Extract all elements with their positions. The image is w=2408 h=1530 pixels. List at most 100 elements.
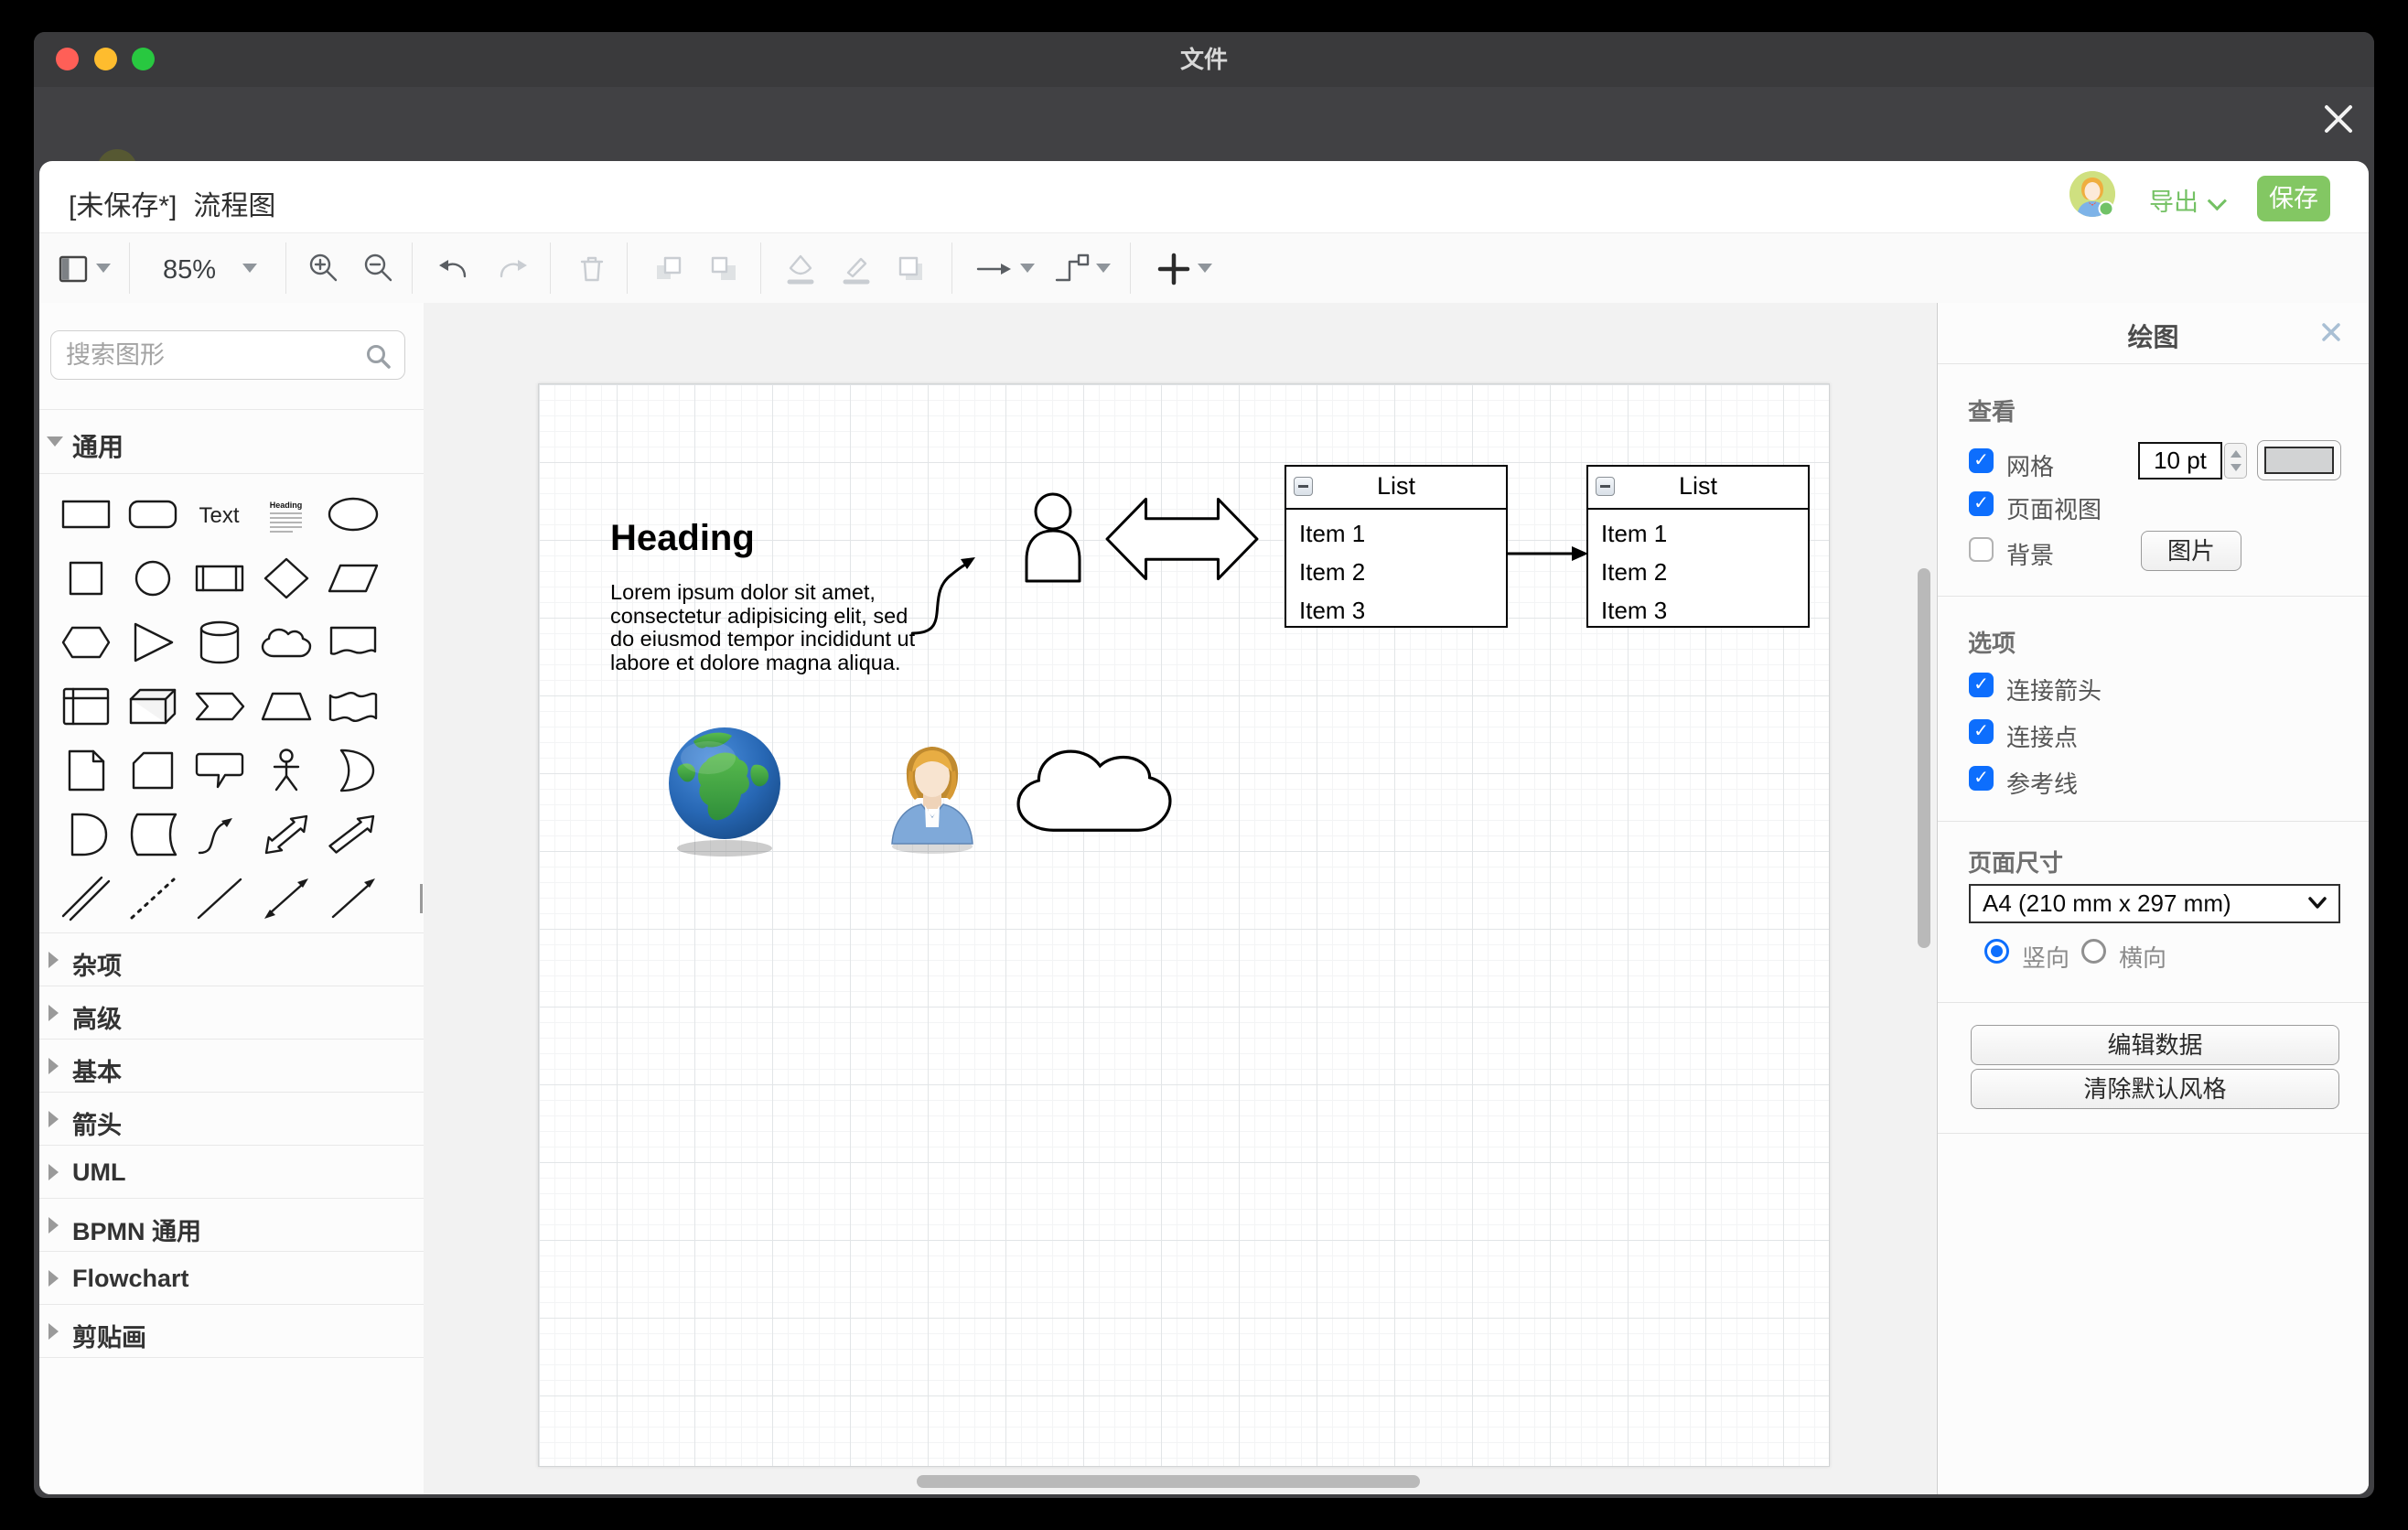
shape-parallelogram[interactable] (325, 553, 382, 609)
connector-arrow[interactable] (1506, 538, 1590, 569)
list-item[interactable]: Item 2 (1588, 553, 1808, 591)
shape-rectangle[interactable] (58, 489, 114, 544)
grid-checkbox[interactable]: ✓ (1969, 448, 1994, 473)
waypoint-style-caret[interactable] (1096, 264, 1111, 273)
shape-callout[interactable] (191, 745, 248, 801)
list-shape-1[interactable]: List Item 1 Item 2 Item 3 (1285, 465, 1508, 628)
stepper-up-icon[interactable] (2231, 450, 2241, 458)
shape-dotted-line[interactable] (124, 873, 181, 929)
shape-bidirectional-arrow[interactable] (258, 809, 315, 865)
canvas[interactable]: Heading Lorem ipsum dolor sit amet, cons… (424, 303, 1937, 1494)
sidebar-item-clipart[interactable]: 剪贴画 (39, 1304, 424, 1358)
sidebar-item-bpmn[interactable]: BPMN 通用 (39, 1198, 424, 1251)
shape-or[interactable] (325, 745, 382, 801)
page-view-checkbox[interactable]: ✓ (1969, 491, 1994, 516)
shape-rounded-rectangle[interactable] (124, 489, 181, 544)
list-header[interactable]: List (1286, 467, 1506, 510)
page-size-select[interactable]: A4 (210 mm x 297 mm) (1969, 884, 2340, 923)
sidebar-item-uml[interactable]: UML (39, 1145, 424, 1198)
view-layout-caret[interactable] (96, 264, 111, 273)
double-arrow-shape[interactable] (1104, 487, 1260, 591)
shape-line[interactable] (191, 873, 248, 929)
shape-bidirectional-connector[interactable] (258, 873, 315, 929)
shape-tape[interactable] (325, 681, 382, 737)
edit-data-button[interactable]: 编辑数据 (1971, 1025, 2339, 1065)
shape-process[interactable] (191, 553, 248, 609)
horizontal-scrollbar[interactable] (917, 1475, 1420, 1488)
shape-curve[interactable] (191, 809, 248, 865)
background-image-button[interactable]: 图片 (2141, 531, 2241, 571)
businesswoman-clipart[interactable] (885, 739, 980, 855)
sidebar-item-arrows[interactable]: 箭头 (39, 1092, 424, 1145)
view-layout-button[interactable] (55, 251, 91, 287)
sidebar-item-advanced[interactable]: 高级 (39, 986, 424, 1039)
insert-plus-caret[interactable] (1198, 264, 1212, 273)
shape-square[interactable] (58, 553, 114, 609)
section-general[interactable]: 通用 (39, 409, 424, 473)
shape-note[interactable] (58, 745, 114, 801)
shape-card[interactable] (124, 745, 181, 801)
delete-icon[interactable] (574, 251, 610, 287)
collapse-icon[interactable] (1596, 477, 1615, 496)
portrait-radio[interactable] (1984, 939, 2009, 964)
shape-internal-storage[interactable] (58, 681, 114, 737)
panel-close-icon[interactable] (2320, 321, 2342, 343)
redo-icon[interactable] (494, 251, 531, 287)
save-button[interactable]: 保存 (2257, 176, 2330, 221)
list-item[interactable]: Item 1 (1286, 514, 1506, 553)
list-item[interactable]: Item 3 (1588, 591, 1808, 630)
connection-arrows-checkbox[interactable]: ✓ (1969, 673, 1994, 697)
sidebar-item-flowchart[interactable]: Flowchart (39, 1251, 424, 1304)
list-item[interactable]: Item 2 (1286, 553, 1506, 591)
shape-directional-connector[interactable] (325, 873, 382, 929)
shadow-icon[interactable] (893, 251, 930, 287)
shape-circle[interactable] (124, 553, 181, 609)
shape-arrow[interactable] (325, 809, 382, 865)
landscape-radio[interactable] (2081, 939, 2106, 964)
grid-size-stepper[interactable] (2224, 443, 2247, 479)
shape-cylinder[interactable] (191, 617, 248, 673)
zoom-in-icon[interactable] (306, 251, 342, 287)
connection-arrow-caret[interactable] (1020, 264, 1035, 273)
canvas-heading-text[interactable]: Heading (610, 518, 755, 559)
list-header[interactable]: List (1588, 467, 1808, 510)
clear-default-style-button[interactable]: 清除默认风格 (1971, 1069, 2339, 1109)
insert-plus-icon[interactable] (1156, 251, 1192, 287)
waypoint-style-icon[interactable] (1053, 251, 1093, 287)
close-icon[interactable] (2317, 98, 2360, 140)
list-shape-2[interactable]: List Item 1 Item 2 Item 3 (1586, 465, 1810, 628)
shape-textbox[interactable]: Heading (270, 501, 303, 533)
shape-document[interactable] (325, 617, 382, 673)
cloud-clipart[interactable] (1004, 719, 1185, 842)
shape-link[interactable] (58, 873, 114, 929)
sidebar-item-basic[interactable]: 基本 (39, 1039, 424, 1092)
to-back-icon[interactable] (706, 251, 743, 287)
shape-step[interactable] (191, 681, 248, 737)
sidebar-item-misc[interactable]: 杂项 (39, 932, 424, 986)
list-item[interactable]: Item 1 (1588, 514, 1808, 553)
shape-triangle[interactable] (124, 617, 181, 673)
zoom-level[interactable]: 85% (163, 255, 216, 286)
line-color-icon[interactable] (838, 251, 875, 287)
earth-globe-clipart[interactable] (666, 725, 783, 858)
avatar[interactable] (2069, 171, 2115, 217)
shape-and[interactable] (58, 809, 114, 865)
drawing-page[interactable]: Heading Lorem ipsum dolor sit amet, cons… (538, 383, 1830, 1467)
curved-arrow-shape[interactable] (908, 542, 992, 639)
person-shape[interactable] (1020, 492, 1086, 584)
shape-ellipse[interactable] (325, 489, 382, 544)
fill-color-icon[interactable] (782, 251, 819, 287)
grid-size-input[interactable] (2138, 442, 2222, 479)
collapse-icon[interactable] (1294, 477, 1313, 496)
vertical-scrollbar[interactable] (1918, 568, 1930, 948)
search-input[interactable] (50, 330, 405, 380)
export-menu[interactable]: 导出 (2149, 182, 2221, 218)
shape-cloud[interactable] (258, 617, 315, 673)
shape-cube[interactable] (124, 681, 181, 737)
to-front-icon[interactable] (650, 251, 687, 287)
shape-hexagon[interactable] (58, 617, 114, 673)
shape-data-storage[interactable] (124, 809, 181, 865)
grid-color-button[interactable] (2257, 440, 2341, 480)
shape-actor[interactable] (258, 745, 315, 801)
list-item[interactable]: Item 3 (1286, 591, 1506, 630)
